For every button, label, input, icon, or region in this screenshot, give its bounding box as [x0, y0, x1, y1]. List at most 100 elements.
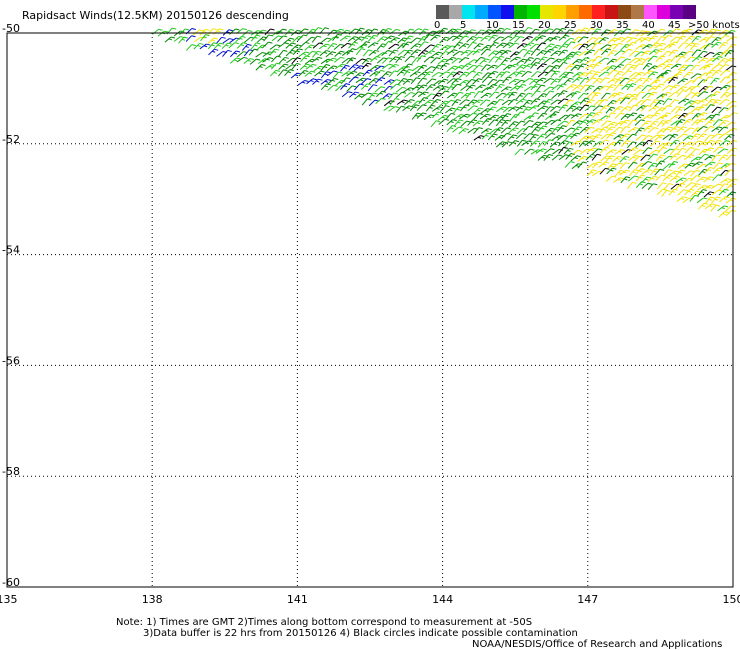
wind-barb [487, 70, 499, 77]
wind-barb [537, 141, 548, 148]
wind-barb [262, 41, 273, 49]
wind-barb [346, 85, 357, 92]
wind-barb [493, 36, 505, 43]
wind-barb [312, 50, 322, 58]
wind-barb [479, 58, 490, 65]
wind-barb [334, 56, 345, 63]
wind-barb [558, 104, 569, 112]
wind-barb [605, 175, 617, 182]
wind-barb [348, 64, 359, 71]
wind-barb [458, 128, 469, 135]
wind-barb [430, 34, 441, 41]
lon-tick-label: 144 [432, 593, 453, 606]
wind-barb [726, 43, 737, 51]
wind-barb [684, 92, 696, 98]
wind-barb [523, 50, 533, 58]
wind-barb [682, 28, 693, 35]
wind-barb [361, 98, 372, 106]
wind-barb [523, 120, 534, 127]
wind-barb [626, 141, 637, 149]
wind-barb [465, 29, 476, 36]
wind-barb [591, 28, 601, 36]
wind-barb [592, 161, 602, 169]
wind-barb [725, 197, 737, 204]
wind-barb [376, 90, 387, 98]
wind-barb [500, 86, 512, 93]
wind-barb [563, 55, 574, 63]
wind-barb [633, 149, 645, 156]
lon-tick-label: 150 [723, 593, 740, 606]
wind-barb [572, 76, 583, 84]
wind-barb [467, 105, 478, 112]
wind-barb [565, 119, 576, 127]
wind-barb [565, 133, 575, 140]
wind-barb [376, 29, 387, 36]
wind-barb [703, 43, 714, 50]
wind-barb [465, 70, 477, 77]
wind-barb [501, 119, 511, 127]
wind-barb [726, 78, 738, 85]
wind-barb [502, 106, 514, 113]
wind-barb [368, 49, 380, 56]
wind-barb [613, 63, 624, 71]
wind-barb [536, 42, 546, 50]
wind-barb [662, 126, 673, 133]
wind-barb [292, 48, 303, 55]
wind-barb [404, 28, 415, 36]
wind-barb [720, 178, 732, 184]
wind-barb [446, 78, 458, 85]
wind-barb [712, 167, 723, 174]
wind-barb [698, 168, 709, 176]
credit-line: NOAA/NESDIS/Office of Research and Appli… [472, 639, 723, 650]
wind-barb [362, 49, 373, 57]
wind-barb [376, 43, 387, 51]
wind-barb [600, 66, 612, 72]
wind-barb [726, 36, 738, 42]
wind-barb [551, 154, 563, 161]
lon-tick-label: 141 [287, 593, 308, 606]
lat-tick-label: -50 [2, 22, 20, 35]
wind-barb [537, 112, 548, 120]
wind-barb [675, 55, 686, 63]
wind-barb [661, 91, 672, 99]
wind-barb [207, 42, 218, 50]
wind-barb [725, 209, 736, 217]
wind-barb [669, 99, 679, 107]
wind-barb [643, 125, 654, 133]
wind-barb [698, 153, 709, 161]
wind-barb [669, 139, 680, 147]
wind-barb [495, 92, 507, 99]
wind-barb [564, 161, 575, 168]
wind-barb [544, 70, 556, 77]
wind-barb [685, 182, 696, 188]
wind-barb [300, 55, 310, 63]
wind-barb [557, 61, 568, 70]
wind-barb [543, 48, 554, 56]
wind-barb [509, 56, 521, 63]
wind-barb [416, 55, 426, 63]
lat-tick-label: -52 [2, 133, 20, 146]
wind-barb [535, 84, 546, 92]
wind-barb [235, 35, 246, 43]
wind-barb [438, 118, 449, 125]
wind-barb [656, 128, 667, 135]
wind-barb [229, 28, 240, 35]
wind-barb [500, 57, 511, 65]
wind-barb [164, 36, 176, 43]
wind-barb [683, 154, 695, 161]
wind-barb [243, 49, 254, 57]
lon-tick-label: 147 [577, 593, 598, 606]
wind-barb [544, 132, 556, 139]
wind-barb [726, 178, 738, 184]
wind-barb [432, 85, 444, 91]
wind-barb [620, 58, 631, 65]
wind-barb [178, 36, 188, 44]
wind-barb [698, 85, 710, 93]
wind-barb [577, 63, 587, 71]
wind-barb [523, 115, 535, 121]
wind-barb [570, 113, 582, 119]
wind-barb [647, 35, 659, 42]
wind-barb [535, 35, 546, 42]
lat-tick-label: -54 [2, 244, 20, 257]
wind-barb [297, 34, 308, 42]
